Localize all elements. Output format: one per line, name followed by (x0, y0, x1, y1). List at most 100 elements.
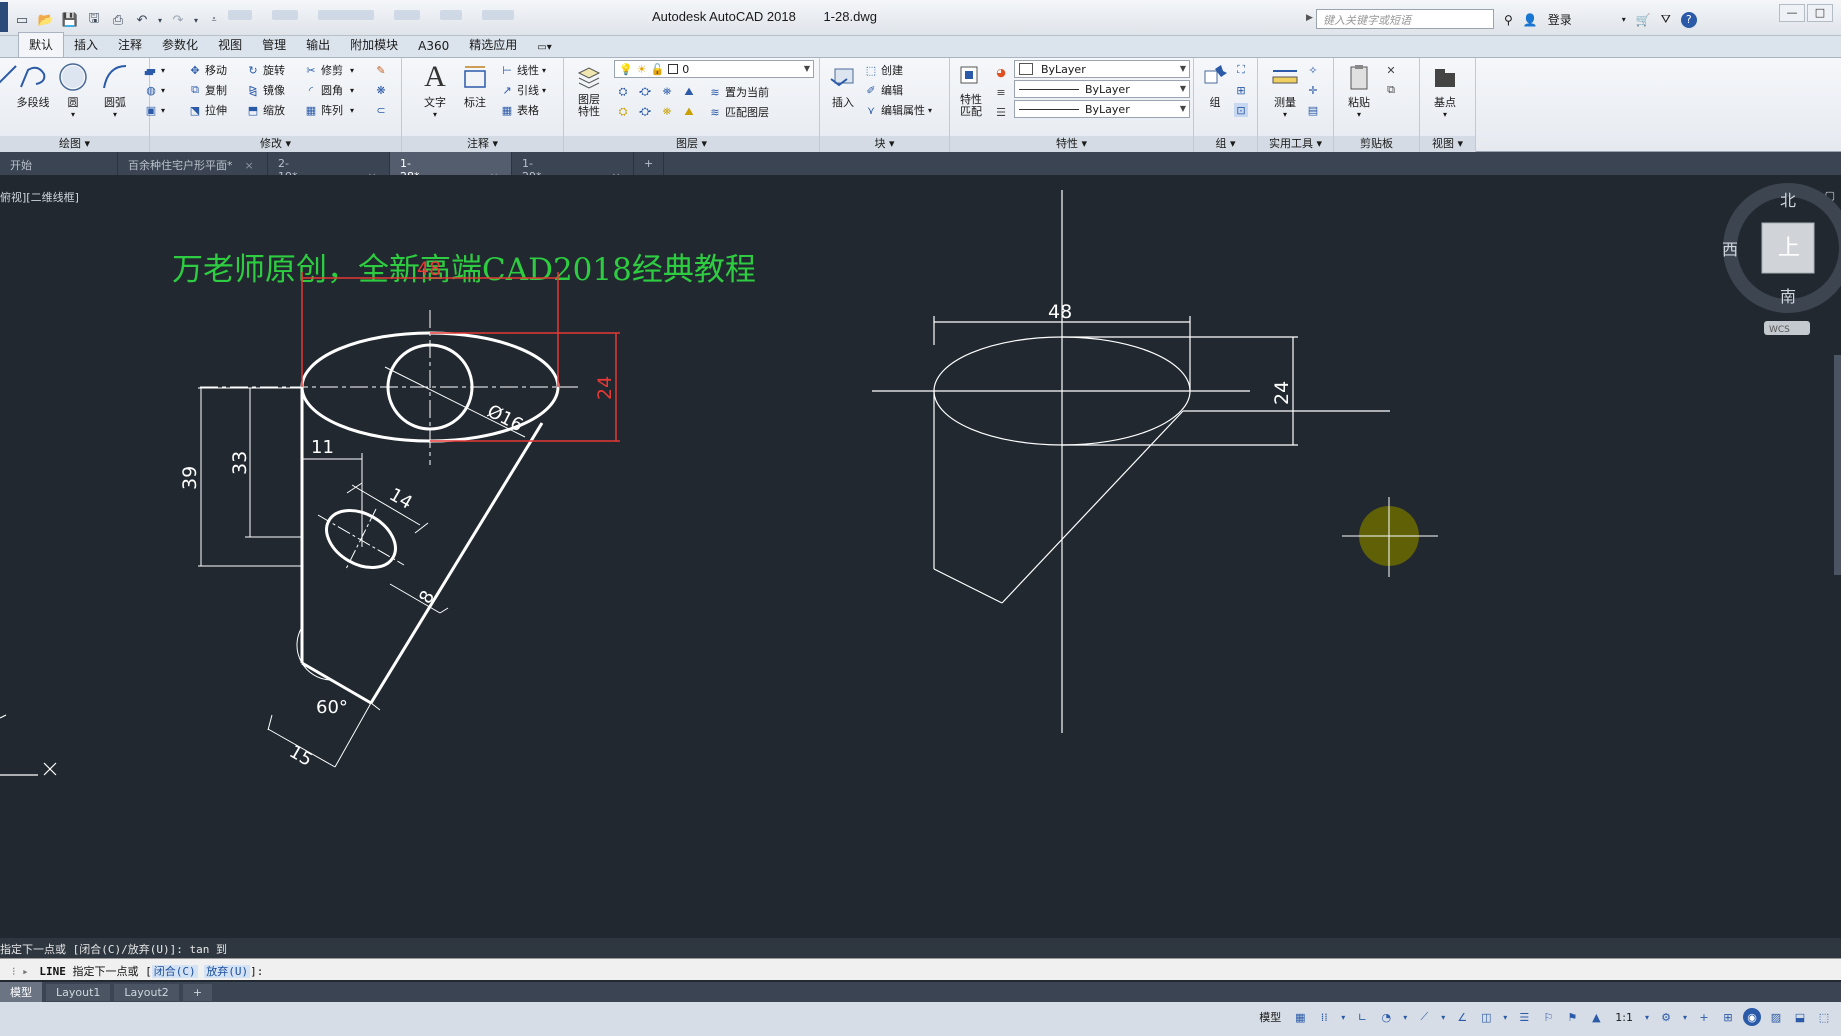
lineweight-list-icon[interactable]: ☰ (994, 102, 1008, 122)
panel-groups-title[interactable]: 组 ▾ (1194, 136, 1257, 152)
viewcube-west[interactable]: 西 (1722, 240, 1738, 259)
panel-properties-title[interactable]: 特性 ▾ (950, 136, 1193, 152)
insert-block-button[interactable]: 插入 (824, 62, 862, 110)
settings-gear-icon[interactable]: ⚙ (1657, 1008, 1675, 1026)
stretch-button[interactable]: ⬔ 拉伸 (188, 100, 227, 120)
tab-manage[interactable]: 管理 (252, 33, 296, 57)
array-button[interactable]: ▦ 阵列 ▾ (304, 100, 354, 120)
option-undo[interactable]: 放弃(U) (204, 965, 251, 978)
layer-unisolate-icon[interactable]: ⛮ (638, 105, 652, 119)
layer-thaw-icon[interactable]: ⛯ (660, 105, 674, 119)
isodraft-dropdown-icon[interactable]: ▾ (1439, 1008, 1447, 1026)
move-button[interactable]: ✥ 移动 (188, 60, 227, 80)
layer-lock-tool-icon[interactable]: ⛰ (682, 85, 696, 99)
drawing-canvas[interactable]: 俯视][二维线框] — ▢ 万老师原创，全新高端CAD2018经典教程 48 2… (0, 175, 1841, 930)
doc-tab-2-19[interactable]: 2-19*× (268, 152, 390, 183)
tab-view[interactable]: 视图 (208, 33, 252, 57)
search-input[interactable]: 键入关键字或短语 (1316, 9, 1494, 29)
save-as-icon[interactable]: 🖫 (84, 10, 104, 30)
save-icon[interactable]: 💾 (60, 10, 80, 30)
group-button[interactable]: 组 (1196, 62, 1234, 110)
customize-icon[interactable]: ⬚ (1815, 1008, 1833, 1026)
customize-qat-icon[interactable]: ⩡ (204, 10, 224, 30)
open-file-icon[interactable]: 📂 (36, 10, 56, 30)
explode-button[interactable]: ❋ (374, 80, 388, 100)
copy-button[interactable]: ⧉ 复制 (188, 80, 227, 100)
doc-tab-housing[interactable]: 百余种住宅户形平面* × (118, 152, 268, 175)
layer-off-icon[interactable]: ⛭ (616, 85, 630, 99)
clean-screen-icon[interactable]: ⬓ (1791, 1008, 1809, 1026)
rotate-button[interactable]: ↻ 旋转 (246, 60, 285, 80)
circle-dropdown-icon[interactable]: ▾ (54, 110, 92, 119)
login-dropdown-icon[interactable]: ▾ (1622, 15, 1626, 24)
viewcube-top-face[interactable]: 上 (1778, 236, 1800, 261)
scale-button[interactable]: ⬒ 缩放 (246, 100, 285, 120)
group-edit-icon[interactable]: ⊞ (1234, 80, 1248, 100)
vertical-scrollbar[interactable] (1834, 355, 1841, 575)
group-select-icon[interactable]: ⊡ (1234, 100, 1248, 120)
mirror-button[interactable]: ⧎ 镜像 (246, 80, 285, 100)
create-block-button[interactable]: ⬚ 创建 (864, 60, 903, 80)
binoculars-icon[interactable]: ⚲ (1504, 13, 1513, 27)
polar-dropdown-icon[interactable]: ▾ (1401, 1008, 1409, 1026)
color-wheel-icon[interactable]: ◕ (994, 62, 1008, 82)
otrack-icon[interactable]: ∠ (1453, 1008, 1471, 1026)
dimension-button[interactable]: 标注 (456, 62, 494, 110)
viewcube[interactable]: 北 西 南 上 WCS (1722, 183, 1841, 335)
option-close[interactable]: 闭合(C) (151, 965, 198, 978)
snap-dropdown-icon[interactable]: ▾ (1339, 1008, 1347, 1026)
color-dropdown[interactable]: ByLayer ▼ (1014, 60, 1190, 78)
lineweight-icon[interactable]: ☰ (1515, 1008, 1533, 1026)
quick-select-icon[interactable]: ✧ (1306, 60, 1320, 80)
set-current-button[interactable]: ≋ 置为当前 (708, 82, 769, 102)
isolate-objects-icon[interactable]: ◉ (1743, 1008, 1761, 1026)
layer-on-icon[interactable]: ⛭ (616, 105, 630, 119)
doc-tab-start[interactable]: 开始 (0, 152, 118, 175)
hardware-accel-icon[interactable]: ▨ (1767, 1008, 1785, 1026)
tab-model[interactable]: 模型 (0, 982, 42, 1002)
tab-parametric[interactable]: 参数化 (152, 33, 208, 57)
new-tab-button[interactable]: + (634, 152, 665, 175)
polyline-button[interactable]: 多段线 (14, 62, 52, 110)
linetype-dropdown[interactable]: ByLayer ▼ (1014, 80, 1190, 98)
add-layout-button[interactable]: + (182, 983, 213, 1001)
tab-layout1[interactable]: Layout1 (46, 983, 111, 1001)
tab-default[interactable]: 默认 (18, 32, 65, 57)
match-properties-button[interactable]: 特性 匹配 (952, 62, 990, 118)
panel-annotation-title[interactable]: 注释 ▾ (402, 136, 563, 152)
paste-button[interactable]: 粘贴 ▾ (1340, 62, 1378, 119)
login-link[interactable]: 登录 (1548, 11, 1572, 28)
lineweight-dropdown[interactable]: ByLayer ▼ (1014, 100, 1190, 118)
trim-button[interactable]: ✂ 修剪 ▾ (304, 60, 354, 80)
ungroup-icon[interactable]: ⛶ (1234, 60, 1248, 80)
annotation-scale-icon[interactable]: ▲ (1587, 1008, 1605, 1026)
user-icon[interactable]: 👤 (1523, 13, 1538, 27)
maximize-button[interactable]: □ (1807, 4, 1833, 22)
grid-icon[interactable]: ▦ (1291, 1008, 1309, 1026)
fillet-button[interactable]: ◜ 圆角 ▾ (304, 80, 354, 100)
panel-utilities-title[interactable]: 实用工具 ▾ (1258, 136, 1333, 152)
layer-isolate-icon[interactable]: ⛮ (638, 85, 652, 99)
annotation-visibility-icon[interactable]: ⚐ (1539, 1008, 1557, 1026)
ortho-icon[interactable]: ∟ (1353, 1008, 1371, 1026)
linetype-list-icon[interactable]: ≡ (994, 82, 1008, 102)
leader-button[interactable]: ↗ 引线 ▾ (500, 80, 546, 100)
panel-view-title[interactable]: 视图 ▾ (1420, 136, 1475, 152)
command-grip-icon[interactable]: ⁝ ▸ (12, 965, 29, 978)
annotation-scale-value[interactable]: 1:1 (1611, 1011, 1637, 1024)
minimize-button[interactable]: — (1779, 4, 1805, 22)
layer-unlock-icon[interactable]: ⛰ (682, 105, 696, 119)
linear-dim-button[interactable]: ⊢ 线性 ▾ (500, 60, 546, 80)
osnap-icon[interactable]: ◫ (1477, 1008, 1495, 1026)
tab-addins[interactable]: 附加模块 (340, 33, 408, 57)
layer-dropdown[interactable]: 💡 ☀ 🔓 0 ▼ (614, 60, 814, 78)
tab-insert[interactable]: 插入 (64, 33, 108, 57)
tab-a360[interactable]: A360 (408, 36, 459, 57)
table-button[interactable]: ▦ 表格 (500, 100, 539, 120)
print-icon[interactable]: ⎙ (108, 10, 128, 30)
erase-button[interactable]: ✎ (374, 60, 388, 80)
snap-icon[interactable]: ⁞⁞ (1315, 1008, 1333, 1026)
app-menu-icon[interactable] (0, 2, 8, 32)
offset-button[interactable]: ⊂ (374, 100, 388, 120)
viewcube-north[interactable]: 北 (1780, 191, 1796, 210)
